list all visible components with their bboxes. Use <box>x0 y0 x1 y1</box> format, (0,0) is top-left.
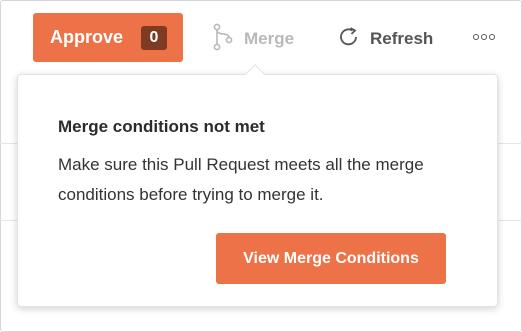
refresh-button[interactable]: Refresh <box>338 24 433 54</box>
git-merge-icon <box>212 23 234 56</box>
view-merge-conditions-button[interactable]: View Merge Conditions <box>216 233 446 284</box>
refresh-label: Refresh <box>370 29 434 48</box>
more-options-button[interactable] <box>473 28 497 48</box>
merge-button[interactable]: Merge <box>212 23 295 56</box>
refresh-icon <box>338 26 360 53</box>
more-horizontal-icon <box>489 34 495 40</box>
toolbar: Approve 0 Merge Refresh <box>0 0 522 76</box>
more-horizontal-icon <box>473 34 479 40</box>
approve-label: Approve <box>50 27 124 47</box>
popover-title: Merge conditions not met <box>58 117 265 136</box>
approve-button[interactable]: Approve 0 <box>33 13 183 62</box>
merge-label: Merge <box>244 29 295 48</box>
more-horizontal-icon <box>481 34 487 40</box>
merge-conditions-popover: Merge conditions not met Make sure this … <box>17 74 498 307</box>
approve-count-badge: 0 <box>141 26 167 50</box>
popover-message: Make sure this Pull Request meets all th… <box>58 155 424 204</box>
